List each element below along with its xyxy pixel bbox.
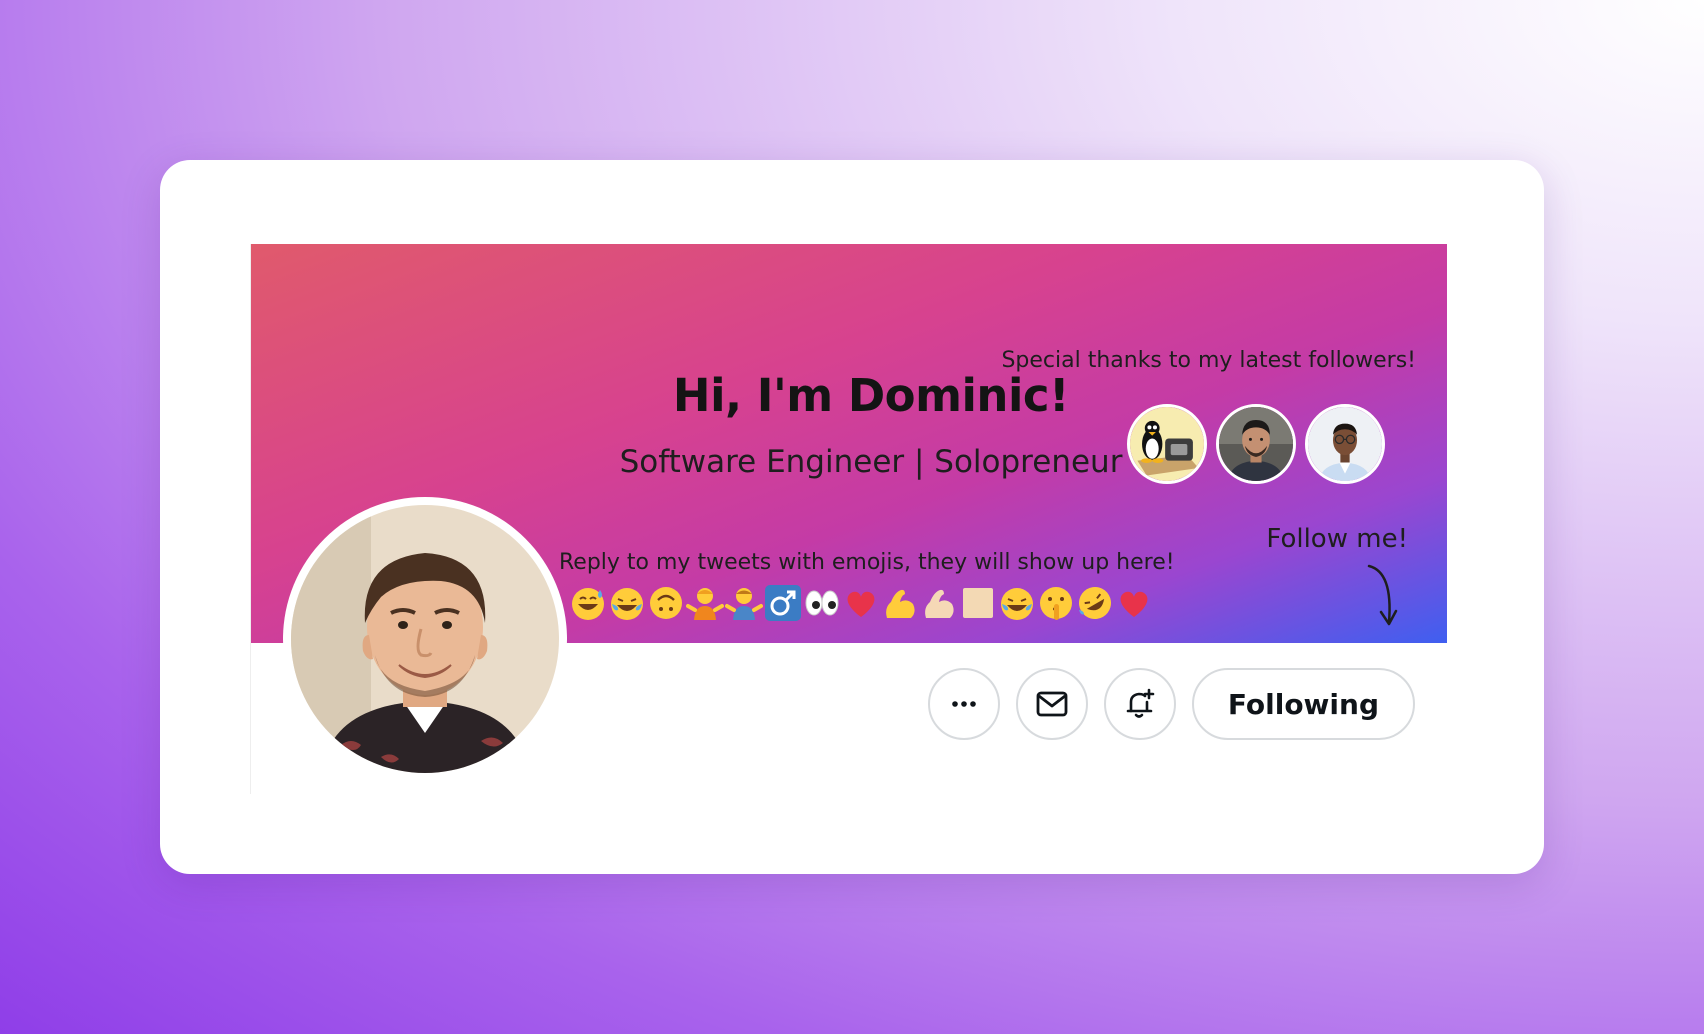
following-button[interactable]: Following bbox=[1191, 668, 1415, 740]
more-button[interactable] bbox=[927, 668, 1000, 740]
person-with-glasses-avatar-icon bbox=[1308, 407, 1382, 481]
followers-thanks-text: Special thanks to my latest followers! bbox=[1001, 348, 1416, 373]
message-button[interactable] bbox=[1015, 668, 1088, 740]
heart-emoji-icon bbox=[1115, 584, 1153, 622]
curved-arrow-down-icon bbox=[1367, 564, 1398, 626]
person-shrugging-emoji-icon bbox=[686, 584, 724, 622]
follower-avatar-man bbox=[1216, 404, 1296, 484]
man-photo-avatar-icon bbox=[1219, 407, 1293, 481]
emoji-caption: Reply to my tweets with emojis, they wil… bbox=[559, 550, 1175, 575]
more-horizontal-icon bbox=[952, 701, 976, 707]
bell-plus-icon bbox=[1126, 688, 1155, 718]
skin-tone-square-emoji-icon bbox=[959, 584, 997, 622]
upside-down-face-emoji-icon bbox=[647, 584, 685, 622]
joy-emoji-icon bbox=[608, 584, 646, 622]
follow-me-text: Follow me! bbox=[1266, 524, 1408, 554]
emoji-reactions bbox=[569, 584, 1153, 622]
joy-emoji-icon bbox=[998, 584, 1036, 622]
profile-photo-avatar-icon bbox=[291, 505, 559, 773]
follower-avatar-person bbox=[1305, 404, 1385, 484]
profile-actions: Following bbox=[927, 668, 1415, 740]
profile-avatar[interactable] bbox=[283, 497, 567, 781]
follower-avatar-penguin bbox=[1127, 404, 1207, 484]
banner-subtitle: Software Engineer | Solopreneur bbox=[619, 444, 1123, 480]
notify-button[interactable] bbox=[1103, 668, 1176, 740]
eyes-emoji-icon bbox=[803, 584, 841, 622]
profile-card: Hi, I'm Dominic! Software Engineer | Sol… bbox=[160, 160, 1544, 874]
grinning-sweat-emoji-icon bbox=[569, 584, 607, 622]
flexed-biceps-light-emoji-icon bbox=[920, 584, 958, 622]
envelope-icon bbox=[1036, 691, 1068, 717]
heart-emoji-icon bbox=[842, 584, 880, 622]
man-shrugging-emoji-icon bbox=[725, 584, 763, 622]
rolling-on-floor-laughing-emoji-icon bbox=[1076, 584, 1114, 622]
profile-header: Hi, I'm Dominic! Software Engineer | Sol… bbox=[250, 244, 1447, 794]
linux-penguin-avatar-icon bbox=[1130, 407, 1204, 481]
banner-title: Hi, I'm Dominic! bbox=[672, 369, 1070, 422]
latest-followers bbox=[1127, 404, 1385, 484]
flexed-biceps-emoji-icon bbox=[881, 584, 919, 622]
shushing-face-emoji-icon bbox=[1037, 584, 1075, 622]
male-sign-emoji-icon bbox=[764, 584, 802, 622]
